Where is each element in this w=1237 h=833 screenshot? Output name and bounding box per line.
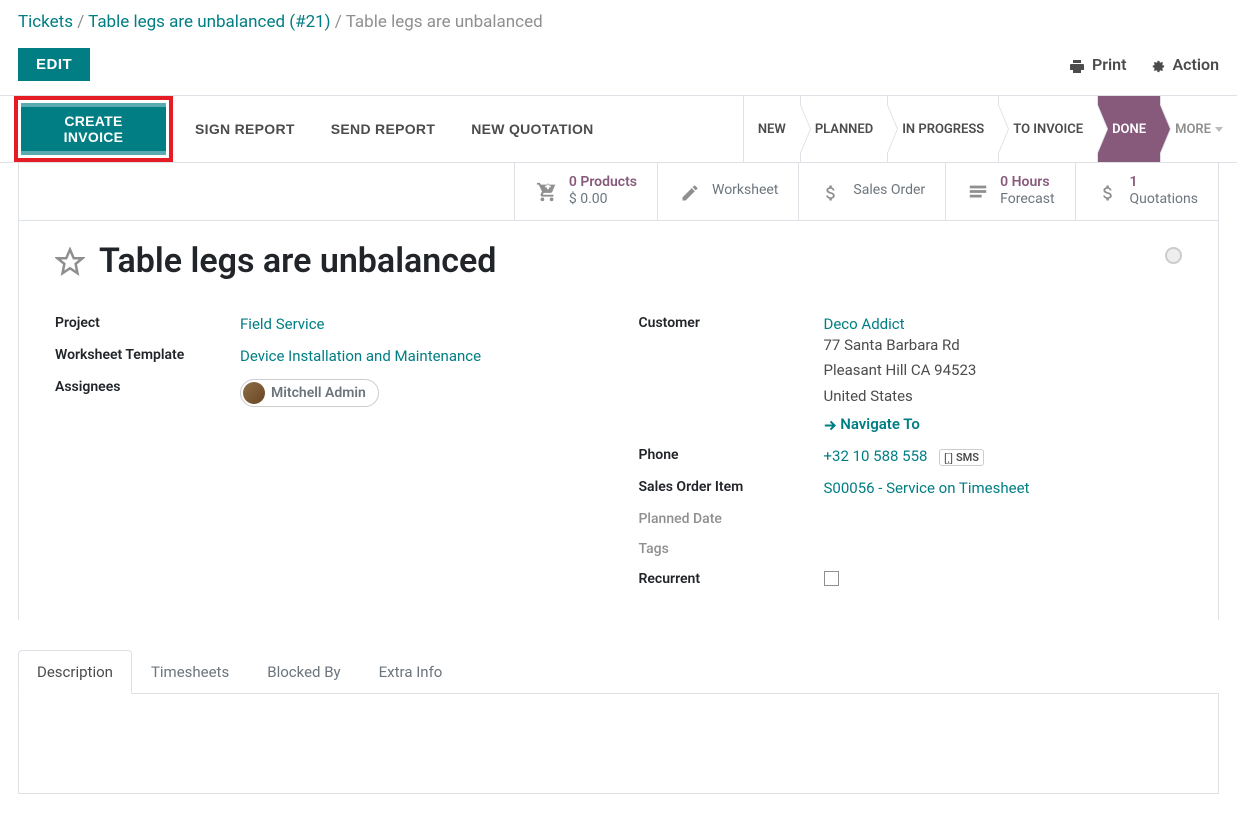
worksheet-template-link[interactable]: Device Installation and Maintenance bbox=[240, 347, 481, 365]
stat-worksheet-label: Worksheet bbox=[712, 182, 778, 199]
status-new[interactable]: NEW bbox=[743, 96, 800, 162]
sms-button[interactable]: SMS bbox=[939, 449, 984, 466]
list-icon bbox=[966, 178, 990, 203]
label-tags: Tags bbox=[639, 537, 824, 557]
edit-button[interactable]: EDIT bbox=[18, 48, 90, 81]
sign-report-button[interactable]: SIGN REPORT bbox=[181, 107, 309, 151]
status-planned[interactable]: PLANNED bbox=[800, 96, 887, 162]
customer-addr2: Pleasant Hill CA 94523 bbox=[824, 358, 1183, 384]
label-recurrent: Recurrent bbox=[639, 567, 824, 587]
cart-icon bbox=[535, 178, 559, 203]
stat-sales-order[interactable]: Sales Order bbox=[798, 162, 945, 220]
label-planned-date: Planned Date bbox=[639, 507, 824, 527]
mobile-icon bbox=[944, 453, 953, 464]
phone-link[interactable]: +32 10 588 558 bbox=[824, 447, 928, 465]
avatar bbox=[243, 382, 265, 404]
assignee-name: Mitchell Admin bbox=[271, 385, 366, 401]
dollar-icon bbox=[819, 179, 843, 203]
action-button[interactable]: Action bbox=[1150, 55, 1219, 74]
action-row: CREATE INVOICE SIGN REPORT SEND REPORT N… bbox=[0, 95, 1237, 163]
label-project: Project bbox=[55, 311, 240, 331]
form-sheet: Table legs are unbalanced Project Field … bbox=[18, 221, 1219, 621]
new-quotation-button[interactable]: NEW QUOTATION bbox=[457, 107, 607, 151]
status-to-invoice[interactable]: TO INVOICE bbox=[998, 96, 1097, 162]
stat-hours-count: 0 Hours bbox=[1000, 174, 1054, 191]
pencil-icon bbox=[678, 179, 702, 203]
label-phone: Phone bbox=[639, 443, 824, 463]
tab-blocked-by[interactable]: Blocked By bbox=[248, 650, 359, 693]
tab-description[interactable]: Description bbox=[18, 650, 132, 694]
send-report-button[interactable]: SEND REPORT bbox=[317, 107, 449, 151]
print-icon bbox=[1069, 55, 1089, 74]
navigate-to-button[interactable]: Navigate To bbox=[824, 415, 920, 433]
project-link[interactable]: Field Service bbox=[240, 315, 325, 333]
tabs: Description Timesheets Blocked By Extra … bbox=[18, 650, 1219, 694]
label-sales-order-item: Sales Order Item bbox=[639, 475, 824, 495]
breadcrumb-current: Table legs are unbalanced bbox=[346, 12, 543, 32]
tab-content bbox=[18, 694, 1219, 794]
breadcrumb-parent[interactable]: Table legs are unbalanced (#21) bbox=[88, 12, 330, 32]
stat-quotations-label: Quotations bbox=[1130, 191, 1198, 208]
stat-quotations[interactable]: 1 Quotations bbox=[1075, 162, 1218, 220]
label-customer: Customer bbox=[639, 311, 824, 331]
tab-timesheets[interactable]: Timesheets bbox=[132, 650, 248, 693]
breadcrumb-root[interactable]: Tickets bbox=[18, 12, 73, 32]
breadcrumb: Tickets / Table legs are unbalanced (#21… bbox=[0, 0, 1237, 40]
assignee-tag[interactable]: Mitchell Admin bbox=[240, 379, 379, 407]
print-button[interactable]: Print bbox=[1069, 55, 1126, 74]
customer-addr1: 77 Santa Barbara Rd bbox=[824, 333, 1183, 359]
label-assignees: Assignees bbox=[55, 375, 240, 395]
sales-order-item-link[interactable]: S00056 - Service on Timesheet bbox=[824, 479, 1030, 497]
record-title: Table legs are unbalanced bbox=[99, 241, 496, 281]
stat-sales-order-label: Sales Order bbox=[853, 182, 925, 199]
label-worksheet-template: Worksheet Template bbox=[55, 343, 240, 363]
header-bar: EDIT Print Action bbox=[0, 40, 1237, 95]
stat-quotations-count: 1 bbox=[1130, 174, 1198, 191]
gear-icon bbox=[1150, 55, 1169, 74]
status-more[interactable]: MORE bbox=[1160, 96, 1237, 162]
stat-bar: 0 Products $ 0.00 Worksheet Sales Order … bbox=[18, 162, 1219, 221]
chevron-down-icon bbox=[1215, 127, 1223, 132]
recurrent-checkbox[interactable] bbox=[824, 571, 839, 586]
stat-products-count: 0 Products bbox=[569, 174, 637, 191]
tab-extra-info[interactable]: Extra Info bbox=[360, 650, 462, 693]
arrow-right-icon bbox=[824, 419, 837, 432]
status-pipeline: NEW PLANNED IN PROGRESS TO INVOICE DONE … bbox=[743, 96, 1237, 162]
stat-products[interactable]: 0 Products $ 0.00 bbox=[514, 162, 657, 220]
stat-hours-label: Forecast bbox=[1000, 191, 1054, 208]
customer-addr3: United States bbox=[824, 384, 1183, 410]
stat-products-amount: $ 0.00 bbox=[569, 191, 637, 208]
dollar-icon bbox=[1096, 179, 1120, 203]
create-invoice-highlight: CREATE INVOICE bbox=[14, 96, 173, 162]
status-in-progress[interactable]: IN PROGRESS bbox=[887, 96, 998, 162]
create-invoice-button[interactable]: CREATE INVOICE bbox=[21, 103, 166, 155]
kanban-state-dot[interactable] bbox=[1165, 247, 1182, 264]
star-icon[interactable] bbox=[55, 243, 85, 278]
customer-link[interactable]: Deco Addict bbox=[824, 315, 905, 333]
stat-hours[interactable]: 0 Hours Forecast bbox=[945, 162, 1074, 220]
stat-worksheet[interactable]: Worksheet bbox=[657, 162, 798, 220]
